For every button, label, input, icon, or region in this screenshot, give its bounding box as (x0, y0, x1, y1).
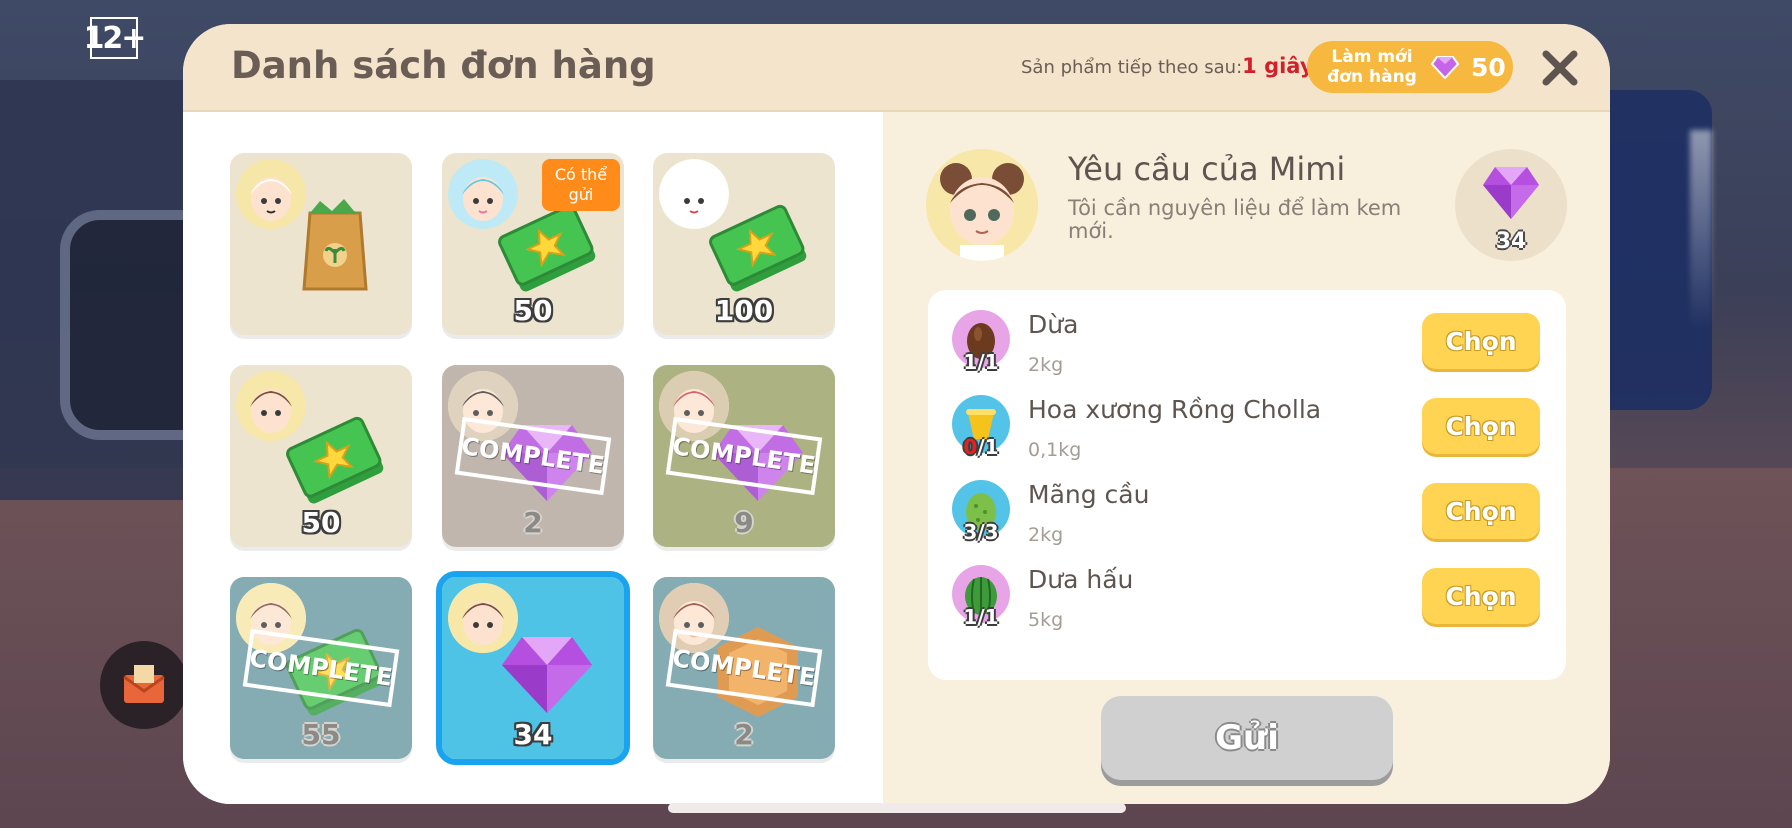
send-button[interactable]: Gửi (1101, 696, 1393, 780)
next-product-timer: Sản phẩm tiếp theo sau:1 giây (1021, 54, 1314, 78)
ingredient-row: 0/1 Hoa xương Rồng Cholla 0,1kg Chọn (928, 389, 1566, 474)
can-send-tag: Có thể gửi (542, 159, 620, 211)
ingredient-have: 1 (963, 350, 978, 374)
request-title: Yêu cầu của Mimi (1068, 150, 1346, 188)
order-card[interactable]: COMPLETE 2 (442, 365, 624, 547)
light-beam (1690, 130, 1712, 330)
order-card[interactable]: 34 (436, 571, 630, 765)
order-reward-amount: 2 (523, 506, 543, 539)
ingredient-weight: 2kg (1028, 524, 1064, 546)
reward-amount: 34 (1495, 229, 1527, 254)
dialog-header: Danh sách đơn hàng Sản phẩm tiếp theo sa… (183, 24, 1610, 112)
mimi-avatar-icon (926, 149, 1038, 261)
refresh-orders-button[interactable]: Làm mới đơn hàng 50 (1307, 41, 1513, 93)
ingredients-list: 1/1 Dừa 2kg Chọn 0/1 Hoa xương Rồng Cholla 0,1… (928, 290, 1566, 680)
choose-button[interactable]: Chọn (1422, 398, 1540, 454)
request-description: Tôi cần nguyên liệu để làm kem mới. (1068, 196, 1402, 243)
refresh-orders-label: Làm mới đơn hàng (1327, 47, 1417, 87)
order-reward-amount: 50 (513, 294, 553, 327)
ingredient-count: 1/1 (963, 605, 999, 629)
home-indicator[interactable] (668, 803, 1126, 813)
seed-bag-icon (280, 193, 390, 303)
order-card[interactable] (230, 153, 412, 335)
choose-button[interactable]: Chọn (1422, 483, 1540, 539)
order-detail-panel: Yêu cầu của Mimi Tôi cần nguyên liệu để … (883, 112, 1610, 804)
requester-avatar (926, 149, 1038, 261)
ingredient-have: 3 (963, 520, 978, 544)
order-reward-amount: 9 (734, 506, 754, 539)
age-rating-badge: 12+ (84, 17, 146, 59)
gem-icon (1431, 56, 1459, 79)
order-reward-amount: 34 (513, 718, 553, 751)
ingredient-row: 1/1 Dưa hấu 5kg Chọn (928, 559, 1566, 644)
order-card[interactable]: COMPLETE 2 (653, 577, 835, 759)
ingredient-name: Mãng cầu (1028, 480, 1150, 509)
order-card[interactable]: 50 (230, 365, 412, 547)
ingredient-weight: 2kg (1028, 354, 1064, 376)
order-card[interactable]: COMPLETE 9 (653, 365, 835, 547)
ingredient-weight: 0,1kg (1028, 439, 1082, 461)
cash-icon (703, 193, 813, 303)
orders-grid: Có thể gửi 50 100 50 COMPLETE 2 COMPLETE 9 (183, 112, 883, 804)
order-reward-amount: 50 (301, 506, 341, 539)
ingredient-row: 3/3 Mãng cầu 2kg Chọn (928, 474, 1566, 559)
order-reward-amount: 2 (734, 718, 754, 751)
ingredient-count: 1/1 (963, 350, 999, 374)
refresh-cost: 50 (1471, 52, 1506, 82)
dialog-title: Danh sách đơn hàng (231, 44, 656, 87)
ingredient-row: 1/1 Dừa 2kg Chọn (928, 304, 1566, 389)
ingredient-name: Dưa hấu (1028, 565, 1134, 594)
ingredient-count: 0/1 (963, 435, 999, 459)
gem-icon (492, 617, 602, 727)
order-reward-amount: 100 (714, 294, 774, 327)
ingredient-have: 0 (963, 435, 978, 459)
choose-button[interactable]: Chọn (1422, 313, 1540, 369)
ingredient-name: Hoa xương Rồng Cholla (1028, 395, 1322, 424)
next-product-time: 1 giây (1242, 54, 1314, 78)
order-card[interactable]: Có thể gửi 50 (442, 153, 624, 335)
ingredient-name: Dừa (1028, 310, 1079, 339)
order-card[interactable]: 100 (653, 153, 835, 335)
reward-badge: 34 (1455, 149, 1567, 261)
mail-button[interactable] (100, 641, 188, 729)
ingredient-weight: 5kg (1028, 609, 1064, 631)
next-product-label: Sản phẩm tiếp theo sau: (1021, 57, 1243, 78)
close-icon[interactable] (1536, 44, 1584, 92)
order-reward-amount: 55 (301, 718, 341, 751)
choose-button[interactable]: Chọn (1422, 568, 1540, 624)
ingredient-count: 3/3 (963, 520, 999, 544)
gem-icon (1483, 167, 1539, 219)
cash-icon (280, 405, 390, 515)
mail-icon (123, 665, 165, 703)
order-list-dialog: Danh sách đơn hàng Sản phẩm tiếp theo sa… (183, 24, 1610, 804)
order-card[interactable]: COMPLETE 55 (230, 577, 412, 759)
ingredient-have: 1 (963, 605, 978, 629)
